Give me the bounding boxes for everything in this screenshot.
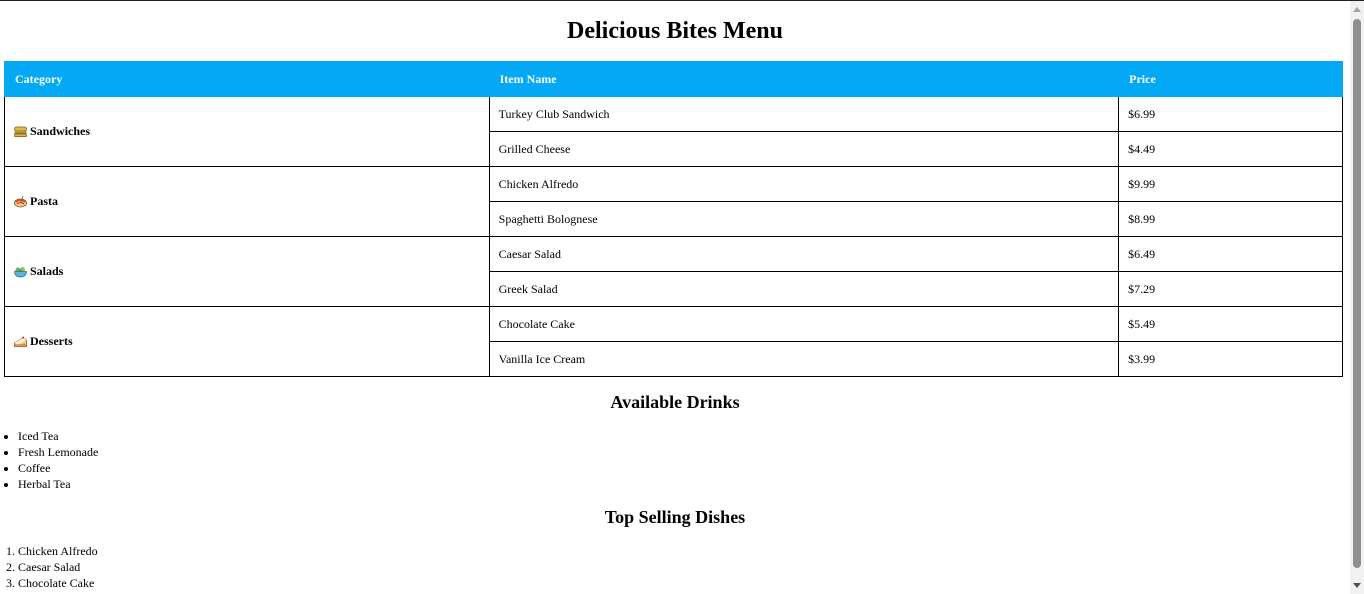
item-name-cell: Greek Salad [488, 271, 1120, 307]
list-item: Chocolate Cake [18, 575, 98, 591]
category-name: Desserts [30, 334, 73, 348]
price-cell: $7.29 [1118, 271, 1343, 307]
category-cell-desserts: Desserts [4, 306, 490, 377]
item-name-cell: Grilled Cheese [488, 131, 1120, 167]
category-cell-sandwiches: Sandwiches [4, 96, 490, 167]
top-selling-heading: Top Selling Dishes [604, 507, 746, 527]
drinks-heading: Available Drinks [610, 392, 740, 412]
category-cell-pasta: Pasta [4, 166, 490, 237]
category-name: Sandwiches [30, 124, 91, 138]
scroll-up-arrow-icon[interactable] [1353, 7, 1361, 12]
column-header-category: Category [4, 61, 490, 97]
list-item: Fresh Lemonade [18, 444, 98, 460]
page-title: Delicious Bites Menu [567, 18, 783, 44]
item-name-cell: Spaghetti Bolognese [488, 201, 1120, 237]
list-item: Iced Tea [18, 428, 98, 444]
drinks-list: Iced Tea Fresh Lemonade Coffee Herbal Te… [0, 428, 98, 492]
top-selling-list: Chicken Alfredo Caesar Salad Chocolate C… [0, 543, 98, 591]
category-name: Pasta [30, 194, 58, 208]
price-cell: $8.99 [1118, 201, 1343, 237]
price-cell: $6.49 [1118, 236, 1343, 272]
price-cell: $4.49 [1118, 131, 1343, 167]
page: Delicious Bites Menu Category Item Name … [0, 1, 1350, 594]
price-cell: $3.99 [1118, 341, 1343, 377]
item-name-cell: Chicken Alfredo [488, 166, 1120, 202]
scroll-down-arrow-icon[interactable] [1353, 583, 1361, 588]
category-name: Salads [30, 264, 64, 278]
table-header-row: Category Item Name Price [4, 61, 1343, 97]
sandwich-icon [14, 126, 27, 137]
menu-table: Category Item Name Price Sandwiches Turk… [4, 61, 1343, 377]
list-item: Chicken Alfredo [18, 543, 98, 559]
item-name-cell: Chocolate Cake [488, 306, 1120, 342]
salad-icon [14, 267, 27, 278]
list-item: Caesar Salad [18, 559, 98, 575]
item-name-cell: Caesar Salad [488, 236, 1120, 272]
table-row: Desserts Chocolate Cake $5.49 [4, 306, 1343, 377]
column-header-item-name: Item Name [488, 61, 1120, 97]
scrollbar-thumb[interactable] [1353, 19, 1361, 568]
list-item: Herbal Tea [18, 476, 98, 492]
item-name-cell: Vanilla Ice Cream [488, 341, 1120, 377]
column-header-price: Price [1118, 61, 1343, 97]
table-row: Pasta Chicken Alfredo $9.99 [4, 166, 1343, 237]
table-row: Salads Caesar Salad $6.49 [4, 236, 1343, 307]
item-name-cell: Turkey Club Sandwich [488, 96, 1120, 132]
price-cell: $5.49 [1118, 306, 1343, 342]
pasta-icon [14, 195, 27, 208]
table-row: Sandwiches Turkey Club Sandwich $6.99 [4, 96, 1343, 167]
list-item: Coffee [18, 460, 98, 476]
cake-icon [14, 336, 27, 347]
price-cell: $6.99 [1118, 96, 1343, 132]
vertical-scrollbar[interactable] [1350, 1, 1364, 594]
category-cell-salads: Salads [4, 236, 490, 307]
price-cell: $9.99 [1118, 166, 1343, 202]
